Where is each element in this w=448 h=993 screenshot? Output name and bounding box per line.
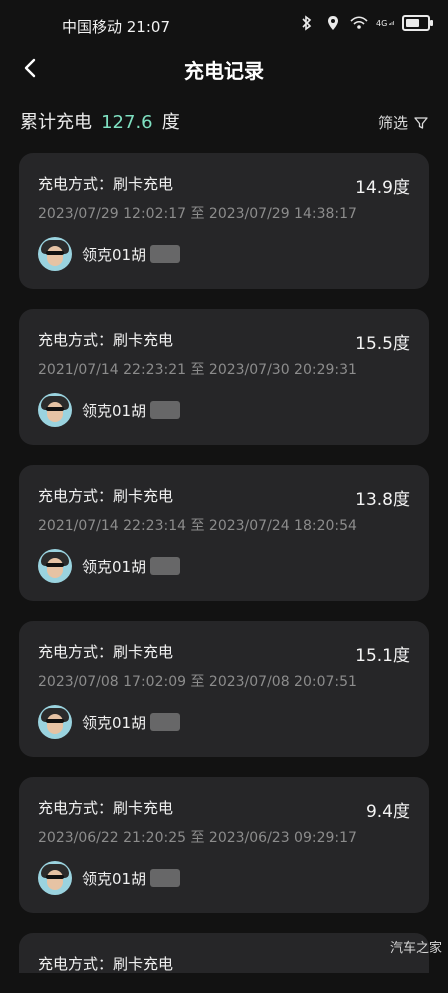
summary-label: 累计充电 bbox=[20, 112, 92, 133]
redaction-mask bbox=[150, 401, 181, 419]
wifi-icon bbox=[350, 14, 368, 32]
record-list: 充电方式：刷卡充电 14.9度 2023/07/29 12:02:17 至 20… bbox=[19, 153, 429, 993]
record-card[interactable]: 充电方式：刷卡充电 9.4度 2023/06/22 21:20:25 至 202… bbox=[19, 777, 429, 913]
avatar bbox=[38, 861, 72, 895]
header: 充电记录 bbox=[0, 48, 448, 88]
record-card[interactable]: 充电方式：刷卡充电 bbox=[19, 933, 429, 973]
record-amount: 15.5度 bbox=[355, 334, 410, 354]
record-time: 2021/07/14 22:23:21 至 2023/07/30 20:29:3… bbox=[38, 362, 357, 378]
carrier-time: 中国移动 21:07 bbox=[62, 18, 170, 36]
record-user-name: 领克01胡 bbox=[82, 557, 147, 576]
record-user: 领克01胡 bbox=[38, 705, 181, 739]
redaction-mask bbox=[150, 713, 181, 731]
avatar bbox=[38, 549, 72, 583]
avatar bbox=[38, 393, 72, 427]
filter-button[interactable]: 筛选 bbox=[378, 112, 428, 133]
record-card[interactable]: 充电方式：刷卡充电 13.8度 2021/07/14 22:23:14 至 20… bbox=[19, 465, 429, 601]
record-user: 领克01胡 bbox=[38, 861, 181, 895]
signal-icon: 4G bbox=[376, 14, 394, 32]
record-card[interactable]: 充电方式：刷卡充电 14.9度 2023/07/29 12:02:17 至 20… bbox=[19, 153, 429, 289]
record-user-name: 领克01胡 bbox=[82, 401, 147, 420]
record-method: 充电方式：刷卡充电 bbox=[38, 175, 174, 193]
filter-label: 筛选 bbox=[377, 114, 408, 132]
record-amount: 14.9度 bbox=[355, 178, 410, 198]
record-amount: 15.1度 bbox=[355, 646, 410, 666]
record-amount: 13.8度 bbox=[355, 490, 410, 510]
page-title: 充电记录 bbox=[184, 59, 264, 83]
record-method: 充电方式：刷卡充电 bbox=[38, 955, 174, 973]
charge-summary: 累计充电 127.6 度 筛选 bbox=[20, 108, 428, 138]
record-method: 充电方式：刷卡充电 bbox=[38, 643, 174, 661]
watermark: 汽车之家 bbox=[389, 941, 442, 956]
battery-fill bbox=[406, 19, 419, 27]
location-icon bbox=[324, 14, 342, 32]
record-method: 充电方式：刷卡充电 bbox=[38, 487, 174, 505]
record-user: 领克01胡 bbox=[38, 549, 181, 583]
redaction-mask bbox=[150, 557, 181, 575]
record-time: 2021/07/14 22:23:14 至 2023/07/24 18:20:5… bbox=[38, 518, 357, 534]
redaction-mask bbox=[150, 869, 181, 887]
status-icons: 4G bbox=[298, 14, 433, 32]
battery-icon bbox=[402, 15, 433, 31]
record-user: 领克01胡 bbox=[38, 393, 181, 427]
record-time: 2023/07/08 17:02:09 至 2023/07/08 20:07:5… bbox=[38, 674, 357, 690]
summary-total: 127.6 bbox=[101, 112, 153, 133]
redaction-mask bbox=[150, 245, 181, 263]
filter-icon bbox=[414, 116, 428, 129]
record-user-name: 领克01胡 bbox=[82, 869, 147, 888]
record-amount: 9.4度 bbox=[365, 802, 410, 822]
record-user-name: 领克01胡 bbox=[82, 713, 147, 732]
network-label: 4G bbox=[376, 18, 388, 28]
record-user: 领克01胡 bbox=[38, 237, 181, 271]
summary-unit: 度 bbox=[161, 112, 180, 133]
record-method: 充电方式：刷卡充电 bbox=[38, 331, 174, 349]
avatar bbox=[38, 705, 72, 739]
record-user-name: 领克01胡 bbox=[82, 245, 147, 264]
avatar bbox=[38, 237, 72, 271]
record-card[interactable]: 充电方式：刷卡充电 15.1度 2023/07/08 17:02:09 至 20… bbox=[19, 621, 429, 757]
record-time: 2023/06/22 21:20:25 至 2023/06/23 09:29:1… bbox=[38, 830, 357, 846]
record-method: 充电方式：刷卡充电 bbox=[38, 799, 174, 817]
status-bar: 中国移动 21:07 4G bbox=[0, 0, 448, 48]
bluetooth-icon bbox=[298, 14, 316, 32]
record-time: 2023/07/29 12:02:17 至 2023/07/29 14:38:1… bbox=[38, 206, 357, 222]
record-card[interactable]: 充电方式：刷卡充电 15.5度 2021/07/14 22:23:21 至 20… bbox=[19, 309, 429, 445]
